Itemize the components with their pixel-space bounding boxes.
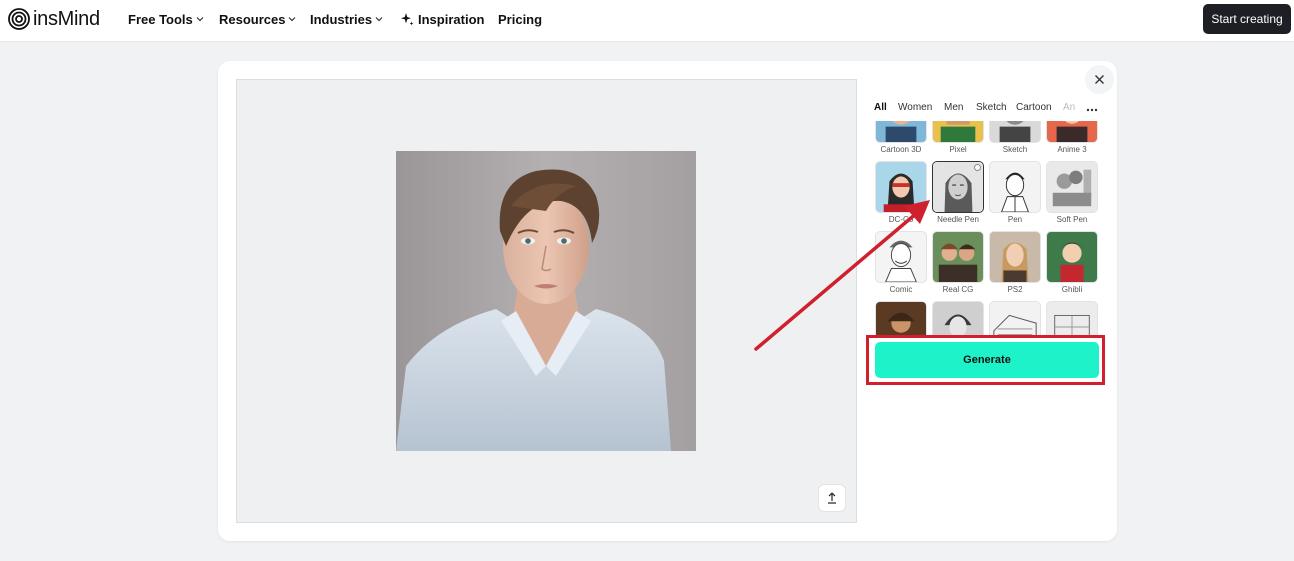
portrait-photo	[396, 151, 696, 451]
top-navigation: insMind Free Tools Resources Industries …	[0, 0, 1294, 42]
style-label: Ghibli	[1061, 285, 1083, 294]
style-sketch[interactable]: Sketch	[989, 121, 1043, 154]
start-creating-button[interactable]: Start creating	[1203, 4, 1291, 34]
tab-women[interactable]: Women	[898, 102, 932, 113]
style-thumbnail	[1046, 161, 1098, 213]
style-thumbnail	[1046, 231, 1098, 283]
style-thumbnail	[1046, 301, 1098, 337]
style-oil-painting[interactable]	[875, 301, 929, 337]
style-thumbnail	[1046, 121, 1098, 143]
chevron-down-icon	[289, 17, 296, 22]
style-modal: All Women Men Sketch Cartoon An Cartoon …	[218, 61, 1117, 541]
style-architecture[interactable]	[989, 301, 1043, 337]
style-ghibli[interactable]: Ghibli	[1046, 231, 1100, 294]
style-label: PS2	[1007, 285, 1023, 294]
upload-button[interactable]	[818, 484, 846, 512]
style-anime-3[interactable]: Anime 3	[1046, 121, 1100, 154]
style-label: Real CG	[942, 285, 974, 294]
style-thumbnail	[989, 301, 1041, 337]
style-thumbnail	[932, 121, 984, 143]
style-grid: Cartoon 3D Pixel Sketch Anime 3 DC-Co Ne…	[873, 121, 1103, 337]
nav-label: Resources	[219, 11, 286, 27]
style-label: DC-Co	[888, 215, 914, 224]
style-label: Soft Pen	[1056, 215, 1088, 224]
style-label: Needle Pen	[937, 215, 979, 224]
style-label: Comic	[889, 285, 913, 294]
tab-cartoon[interactable]: Cartoon	[1016, 102, 1052, 113]
style-comic[interactable]: Comic	[875, 231, 929, 294]
style-thumbnail	[875, 161, 927, 213]
generate-button[interactable]: Generate	[875, 342, 1099, 378]
style-thumbnail	[932, 231, 984, 283]
style-vintage[interactable]	[932, 301, 986, 337]
style-pixel[interactable]: Pixel	[932, 121, 986, 154]
style-soft-pen[interactable]: Soft Pen	[1046, 161, 1100, 224]
more-icon[interactable]	[1086, 108, 1098, 112]
style-thumbnail	[932, 161, 984, 213]
style-thumbnail	[932, 301, 984, 337]
style-interior[interactable]	[1046, 301, 1100, 337]
nav-label: Industries	[310, 11, 373, 27]
image-preview-area	[236, 79, 857, 523]
info-icon[interactable]	[974, 164, 981, 171]
nav-label: Pricing	[498, 11, 543, 27]
upload-icon	[828, 492, 836, 504]
tab-anime[interactable]: An	[1063, 102, 1075, 113]
nav-industries[interactable]: Industries	[310, 10, 383, 28]
sparkle-icon	[401, 13, 414, 26]
spiral-logo-icon	[8, 8, 30, 30]
logo-text: insMind	[33, 7, 100, 30]
tab-sketch[interactable]: Sketch	[976, 102, 1007, 113]
style-label: Pen	[1007, 215, 1023, 224]
style-thumbnail	[875, 121, 927, 143]
style-label: Pixel	[949, 145, 967, 154]
nav-label: Free Tools	[128, 11, 193, 27]
style-thumbnail	[989, 161, 1041, 213]
nav-inspiration[interactable]: Inspiration	[400, 10, 484, 28]
style-thumbnail	[989, 121, 1041, 143]
style-thumbnail	[989, 231, 1041, 283]
tab-men[interactable]: Men	[944, 102, 963, 113]
nav-resources[interactable]: Resources	[219, 10, 296, 28]
style-pen[interactable]: Pen	[989, 161, 1043, 224]
style-thumbnail	[875, 231, 927, 283]
style-dc-comic[interactable]: DC-Co	[875, 161, 929, 224]
style-label: Cartoon 3D	[880, 145, 922, 154]
style-filter-tabs: All Women Men Sketch Cartoon An	[874, 102, 1106, 116]
close-button[interactable]	[1085, 65, 1114, 94]
style-real-cg[interactable]: Real CG	[932, 231, 986, 294]
nav-free-tools[interactable]: Free Tools	[128, 10, 204, 28]
style-needle-pen[interactable]: Needle Pen	[932, 161, 986, 224]
nav-pricing[interactable]: Pricing	[498, 10, 542, 28]
chevron-down-icon	[196, 17, 204, 22]
logo[interactable]: insMind	[8, 8, 100, 30]
style-label: Sketch	[1002, 145, 1028, 154]
chevron-down-icon	[375, 17, 383, 22]
style-thumbnail	[875, 301, 927, 337]
close-icon	[1095, 75, 1104, 84]
style-ps2[interactable]: PS2	[989, 231, 1043, 294]
style-cartoon-3d[interactable]: Cartoon 3D	[875, 121, 929, 154]
style-label: Anime 3	[1057, 145, 1087, 154]
nav-label: Inspiration	[418, 11, 485, 27]
tab-all[interactable]: All	[874, 102, 887, 113]
